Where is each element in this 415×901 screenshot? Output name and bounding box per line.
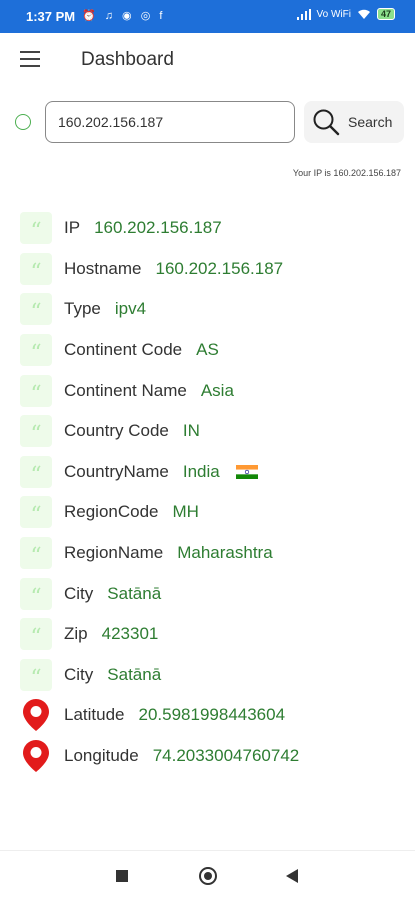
- info-row: Latitude 20.5981998443604: [20, 695, 410, 736]
- quote-icon: “: [20, 455, 52, 488]
- location-pin-icon: [20, 740, 52, 773]
- quote-icon: “: [20, 658, 52, 691]
- info-value: AS: [196, 340, 219, 360]
- info-value: Satānā: [107, 664, 162, 684]
- info-value: Asia: [200, 380, 234, 400]
- notification-icons: ⏰ ♫ ◉ ◎ f: [82, 10, 166, 22]
- quote-icon: “: [20, 334, 52, 367]
- status-time: 1:37 PM: [26, 9, 76, 24]
- signal-icon: [296, 8, 311, 20]
- info-row: Longitude 74.2033004760742: [20, 736, 410, 777]
- location-pin-icon: [20, 699, 52, 732]
- home-button[interactable]: [199, 867, 217, 885]
- radio-indicator-icon[interactable]: [15, 114, 31, 130]
- info-row: “ Hostname 160.202.156.187: [20, 249, 410, 290]
- info-row: “ City Satānā: [20, 655, 410, 696]
- info-label: RegionName: [64, 543, 164, 563]
- battery-icon: 47: [376, 8, 395, 20]
- info-value: Satānā: [107, 583, 162, 603]
- search-button[interactable]: Search: [304, 101, 404, 143]
- page-title: Dashboard: [81, 49, 174, 70]
- search-icon: [313, 109, 340, 136]
- info-row: “ Zip 423301: [20, 614, 410, 655]
- info-row: “ Country Code IN: [20, 411, 410, 452]
- info-label: Continent Name: [64, 380, 187, 400]
- info-label: Zip: [64, 624, 88, 644]
- info-label: RegionCode: [64, 502, 159, 522]
- quote-icon: “: [20, 537, 52, 570]
- info-row: “ Continent Code AS: [20, 330, 410, 371]
- network-label: Vo WiFi: [316, 8, 351, 20]
- info-value: 74.2033004760742: [152, 746, 300, 766]
- info-value: 160.202.156.187: [155, 258, 284, 278]
- info-label: CountryName: [64, 461, 169, 481]
- info-label: Country Code: [64, 421, 169, 441]
- back-button[interactable]: [286, 869, 298, 883]
- status-bar: 1:37 PM ⏰ ♫ ◉ ◎ f Vo WiFi 47: [0, 0, 415, 33]
- ip-search-input[interactable]: [45, 101, 295, 143]
- info-row: “ IP 160.202.156.187: [20, 208, 410, 249]
- search-button-label: Search: [348, 114, 393, 130]
- quote-icon: “: [20, 293, 52, 326]
- menu-icon[interactable]: [20, 51, 40, 67]
- navigation-bar: [0, 850, 415, 901]
- quote-icon: “: [20, 415, 52, 448]
- info-value: 160.202.156.187: [94, 218, 222, 238]
- india-flag-icon: [235, 464, 258, 479]
- your-ip-text: Your IP is 160.202.156.187: [292, 168, 401, 178]
- quote-icon: “: [20, 618, 52, 651]
- info-row: “ RegionCode MH: [20, 492, 410, 533]
- info-label: Type: [64, 299, 101, 319]
- info-row: “ CountryName India: [20, 452, 410, 493]
- quote-icon: “: [20, 374, 52, 407]
- info-value: India: [182, 461, 220, 481]
- status-right: Vo WiFi 47: [296, 8, 395, 20]
- app-bar: Dashboard: [0, 33, 415, 88]
- info-value: IN: [182, 421, 200, 441]
- wifi-icon: [357, 9, 370, 19]
- info-row: “ Type ipv4: [20, 289, 410, 330]
- quote-icon: “: [20, 212, 52, 245]
- quote-icon: “: [20, 577, 52, 610]
- info-row: “ City Satānā: [20, 573, 410, 614]
- info-row: “ Continent Name Asia: [20, 370, 410, 411]
- info-label: City: [64, 583, 94, 603]
- info-value: MH: [172, 502, 199, 522]
- info-value: Maharashtra: [177, 543, 273, 563]
- info-list: “ IP 160.202.156.187 “ Hostname 160.202.156.1…: [20, 208, 410, 776]
- info-label: City: [64, 664, 94, 684]
- info-label: Latitude: [64, 705, 125, 725]
- info-value: 423301: [101, 624, 159, 644]
- quote-icon: “: [20, 496, 52, 529]
- info-label: Hostname: [64, 258, 142, 278]
- recent-apps-button[interactable]: [116, 870, 128, 882]
- quote-icon: “: [20, 252, 52, 285]
- info-value: 20.5981998443604: [138, 705, 286, 725]
- info-value: ipv4: [114, 299, 147, 319]
- info-label: Longitude: [64, 746, 139, 766]
- info-label: Continent Code: [64, 340, 183, 360]
- info-label: IP: [64, 218, 81, 238]
- info-row: “ RegionName Maharashtra: [20, 533, 410, 574]
